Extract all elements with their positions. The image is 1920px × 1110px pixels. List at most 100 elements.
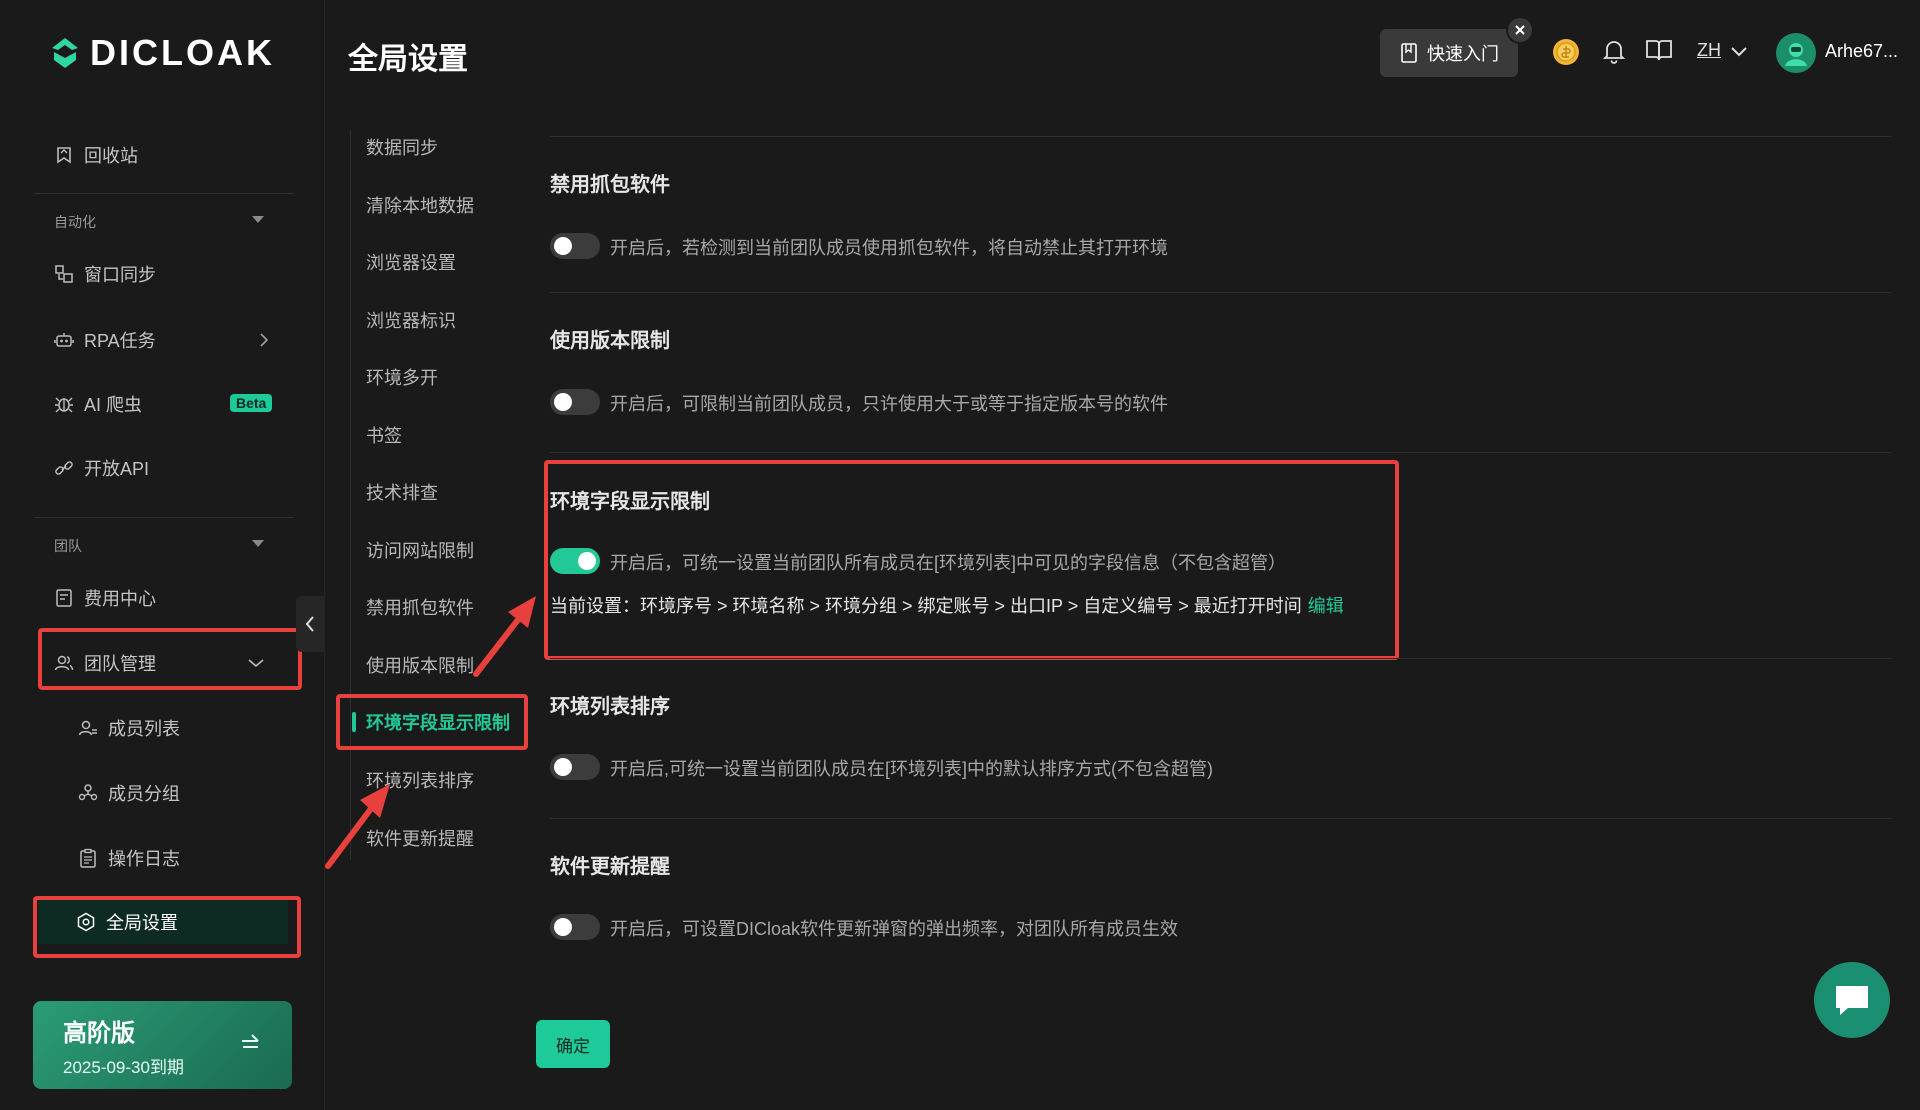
sidebar-item-label: 窗口同步 [84,265,156,285]
bug-icon [55,397,73,413]
coin-icon[interactable] [1550,36,1582,68]
sidebar-item-label: 费用中心 [84,589,156,609]
sidebar-item-ai-crawler[interactable]: AI 爬虫 Beta [54,384,294,424]
user-avatar-icon [1785,43,1807,66]
subnav-item-bookmarks[interactable]: 书签 [366,421,402,451]
divider [550,452,1892,453]
subnav-item-multi-open[interactable]: 环境多开 [366,363,438,393]
setting-fields-desc: 开启后，可统一设置当前团队所有成员在[环境列表]中可见的字段信息（不包含超管） [610,553,1286,573]
robot-icon [54,333,74,347]
subnav-item-clear-local[interactable]: 清除本地数据 [366,191,474,221]
setting-update-toggle[interactable] [550,914,600,940]
quick-start-label: 快速入门 [1427,44,1499,64]
sidebar-item-open-api[interactable]: 开放API [54,448,294,488]
bell-icon[interactable] [1602,38,1626,64]
highlight-box-subnav [336,694,528,750]
recycle-bin-icon [57,147,71,164]
docs-book-icon[interactable] [1645,38,1673,62]
sidebar-item-billing[interactable]: 费用中心 [54,578,294,618]
chevron-right-icon [260,333,269,347]
sidebar-item-label: AI 爬虫 [84,395,143,415]
subnav-item-version-limit[interactable]: 使用版本限制 [366,651,474,681]
divider [550,292,1892,293]
chat-bubble-icon [1836,986,1868,1015]
sidebar-item-window-sync[interactable]: 窗口同步 [54,254,294,294]
sidebar-item-team-mgmt[interactable]: 团队管理 [54,643,294,683]
subnav-item-site-limit[interactable]: 访问网站限制 [366,536,474,566]
subnav-item-browser-settings[interactable]: 浏览器设置 [366,248,456,278]
subnav-divider [350,130,351,860]
caret-down-icon [252,540,264,547]
sidebar-item-groups[interactable]: 成员分组 [78,773,318,813]
chat-support-button[interactable] [1814,962,1890,1038]
clipboard-icon [80,848,96,868]
language-selector[interactable]: ZH [1697,40,1721,61]
sidebar-item-recycle[interactable]: 回收站 [54,135,294,175]
annotation-arrow-up [473,596,536,677]
setting-version-toggle[interactable] [550,389,600,415]
section-team[interactable]: 团队 [54,536,264,556]
setting-fields-toggle[interactable] [550,548,600,574]
brand-logo[interactable]: DICLOAK [48,32,275,74]
users-icon [54,655,74,671]
section-automation[interactable]: 自动化 [54,212,264,232]
subnav-item-list-sort[interactable]: 环境列表排序 [366,766,474,796]
plan-card[interactable]: 高阶版 2025-09-30到期 [33,1001,292,1089]
beta-badge: Beta [230,394,273,412]
setting-fields-title: 环境字段显示限制 [550,491,710,513]
chevron-down-icon[interactable] [1730,46,1748,58]
cloak-logo-icon [52,38,78,68]
divider [550,136,1892,137]
divider [34,193,294,194]
setting-version-title: 使用版本限制 [550,330,670,352]
sidebar-item-label: 团队管理 [84,654,156,674]
setting-version-desc: 开启后，可限制当前团队成员，只许使用大于或等于指定版本号的软件 [610,394,1168,414]
subnav-item-update-reminder[interactable]: 软件更新提醒 [366,824,474,854]
subnav-item-browser-id[interactable]: 浏览器标识 [366,306,456,336]
subnav-item-troubleshoot[interactable]: 技术排查 [366,478,438,508]
section-title-label: 团队 [54,538,82,554]
setting-sort-toggle[interactable] [550,754,600,780]
setting-sort-desc: 开启后,可统一设置当前团队成员在[环境列表]中的默认排序方式(不包含超管) [610,759,1213,779]
book-icon [1401,43,1417,63]
plan-expiry: 2025-09-30到期 [63,1058,184,1077]
quick-start-button[interactable]: 快速入门 [1380,29,1518,77]
billing-icon [56,589,72,607]
sidebar-item-label: 成员分组 [108,784,180,804]
setting-update-desc: 开启后，可设置DICloak软件更新弹窗的弹出频率，对团队所有成员生效 [610,919,1179,939]
current-setting-text: 当前设置：环境序号 > 环境名称 > 环境分组 > 绑定账号 > 出口IP > … [550,596,1302,616]
sidebar-item-label: 成员列表 [108,719,180,739]
close-quick-start-button[interactable] [1506,16,1534,44]
setting-update-title: 软件更新提醒 [550,856,670,878]
divider [550,818,1892,819]
sidebar-item-label: 回收站 [84,146,138,166]
sidebar-item-label: RPA任务 [84,331,156,351]
chevron-left-icon [305,616,314,632]
setting-capture-title: 禁用抓包软件 [550,174,670,196]
arrow-right-icon [242,1034,259,1048]
sidebar-item-rpa[interactable]: RPA任务 [54,320,294,360]
sidebar: DICLOAK 回收站 自动化 窗口同步 RPA任务 AI 爬虫 Beta 开放… [0,0,325,1110]
setting-capture-toggle[interactable] [550,233,600,259]
sidebar-item-members[interactable]: 成员列表 [78,708,318,748]
sidebar-item-label: 操作日志 [108,849,180,869]
confirm-button[interactable]: 确定 [536,1020,610,1068]
section-title-label: 自动化 [54,214,96,230]
avatar[interactable] [1776,33,1816,73]
divider [550,658,1892,659]
window-sync-icon [55,265,73,283]
page-title: 全局设置 [348,43,468,76]
sidebar-item-label: 开放API [84,459,150,479]
close-icon [1515,25,1525,35]
edit-fields-link[interactable]: 编辑 [1308,596,1344,616]
highlight-box-global-settings [33,896,301,958]
sidebar-item-logs[interactable]: 操作日志 [78,838,318,878]
collapse-sidebar-button[interactable] [296,596,324,652]
subnav-item-capture-block[interactable]: 禁用抓包软件 [366,593,474,623]
setting-fields-current: 当前设置：环境序号 > 环境名称 > 环境分组 > 绑定账号 > 出口IP > … [550,592,1344,618]
subnav-item-data-sync[interactable]: 数据同步 [366,133,438,163]
username[interactable]: Arhe67... [1825,41,1898,62]
plan-name: 高阶版 [63,1020,135,1047]
caret-down-icon [252,216,264,223]
group-icon [78,784,98,801]
